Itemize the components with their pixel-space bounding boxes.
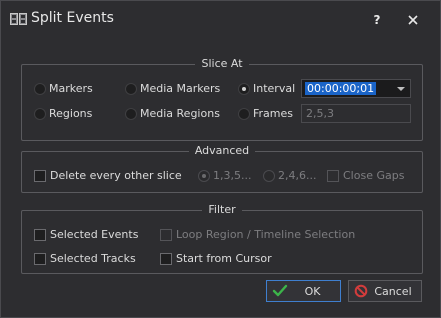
chevron-down-icon[interactable] [397, 87, 405, 91]
start-from-cursor-box[interactable] [160, 252, 172, 265]
delete-every-other-checkbox[interactable]: Delete every other slice [34, 169, 182, 182]
close-gaps-checkbox[interactable]: Close Gaps [327, 169, 404, 182]
interval-radio-indicator[interactable] [238, 82, 250, 95]
cancel-label: Cancel [374, 284, 412, 298]
selected-events-box[interactable] [34, 228, 46, 241]
cancel-button[interactable]: Cancel [348, 280, 422, 302]
regions-radio-indicator[interactable] [34, 107, 46, 120]
regions-label: Regions [49, 107, 93, 120]
markers-radio[interactable]: Markers [34, 82, 93, 95]
selected-tracks-label: Selected Tracks [50, 252, 136, 265]
slice-at-title: Slice At [195, 57, 249, 70]
close-gaps-box[interactable] [327, 169, 339, 182]
slice-at-group: Slice At [21, 57, 423, 141]
even-slices-radio[interactable]: 2,4,6... [263, 169, 316, 182]
interval-value[interactable]: 00:00:00;01 [305, 82, 377, 95]
frames-radio[interactable]: Frames [238, 107, 293, 120]
markers-radio-indicator[interactable] [34, 82, 46, 95]
selected-tracks-checkbox[interactable]: Selected Tracks [34, 252, 136, 265]
even-slices-label: 2,4,6... [278, 169, 317, 182]
delete-every-other-box[interactable] [34, 169, 46, 182]
selected-events-label: Selected Events [50, 228, 139, 241]
loop-region-checkbox[interactable]: Loop Region / Timeline Selection [160, 228, 355, 241]
interval-radio[interactable]: Interval [238, 82, 295, 95]
odd-slices-radio-indicator[interactable] [198, 169, 210, 182]
selected-events-checkbox[interactable]: Selected Events [34, 228, 138, 241]
media-regions-radio[interactable]: Media Regions [125, 107, 220, 120]
regions-radio[interactable]: Regions [34, 107, 92, 120]
frames-radio-indicator[interactable] [238, 107, 250, 120]
filter-title: Filter [202, 203, 242, 216]
media-regions-label: Media Regions [140, 107, 220, 120]
close-icon [408, 15, 418, 25]
loop-region-label: Loop Region / Timeline Selection [176, 228, 356, 241]
odd-slices-radio[interactable]: 1,3,5... [198, 169, 251, 182]
filmstrip-icon [10, 13, 27, 25]
window-title: Split Events [31, 10, 114, 26]
media-markers-label: Media Markers [140, 82, 221, 95]
loop-region-box[interactable] [160, 228, 172, 241]
media-markers-radio-indicator[interactable] [125, 82, 137, 95]
selected-tracks-box[interactable] [34, 252, 46, 265]
close-gaps-label: Close Gaps [343, 169, 405, 182]
media-markers-radio[interactable]: Media Markers [125, 82, 220, 95]
start-from-cursor-label: Start from Cursor [176, 252, 272, 265]
frames-label: Frames [253, 107, 294, 120]
even-slices-radio-indicator[interactable] [263, 169, 275, 182]
split-events-dialog: Split Events ? Slice At Markers Media Ma… [0, 0, 441, 318]
start-from-cursor-checkbox[interactable]: Start from Cursor [160, 252, 272, 265]
title-bar: Split Events ? [1, 1, 440, 37]
advanced-title: Advanced [188, 144, 256, 157]
delete-every-other-label: Delete every other slice [50, 169, 182, 182]
media-regions-radio-indicator[interactable] [125, 107, 137, 120]
frames-input[interactable]: 2,5,3 [301, 104, 411, 123]
ok-label: OK [304, 284, 321, 298]
interval-label: Interval [253, 82, 296, 95]
close-button[interactable] [403, 10, 423, 30]
odd-slices-label: 1,3,5... [213, 169, 252, 182]
ok-button[interactable]: OK [266, 280, 341, 302]
markers-label: Markers [49, 82, 93, 95]
help-button[interactable]: ? [367, 10, 387, 30]
interval-dropdown[interactable]: 00:00:00;01 [301, 79, 411, 98]
